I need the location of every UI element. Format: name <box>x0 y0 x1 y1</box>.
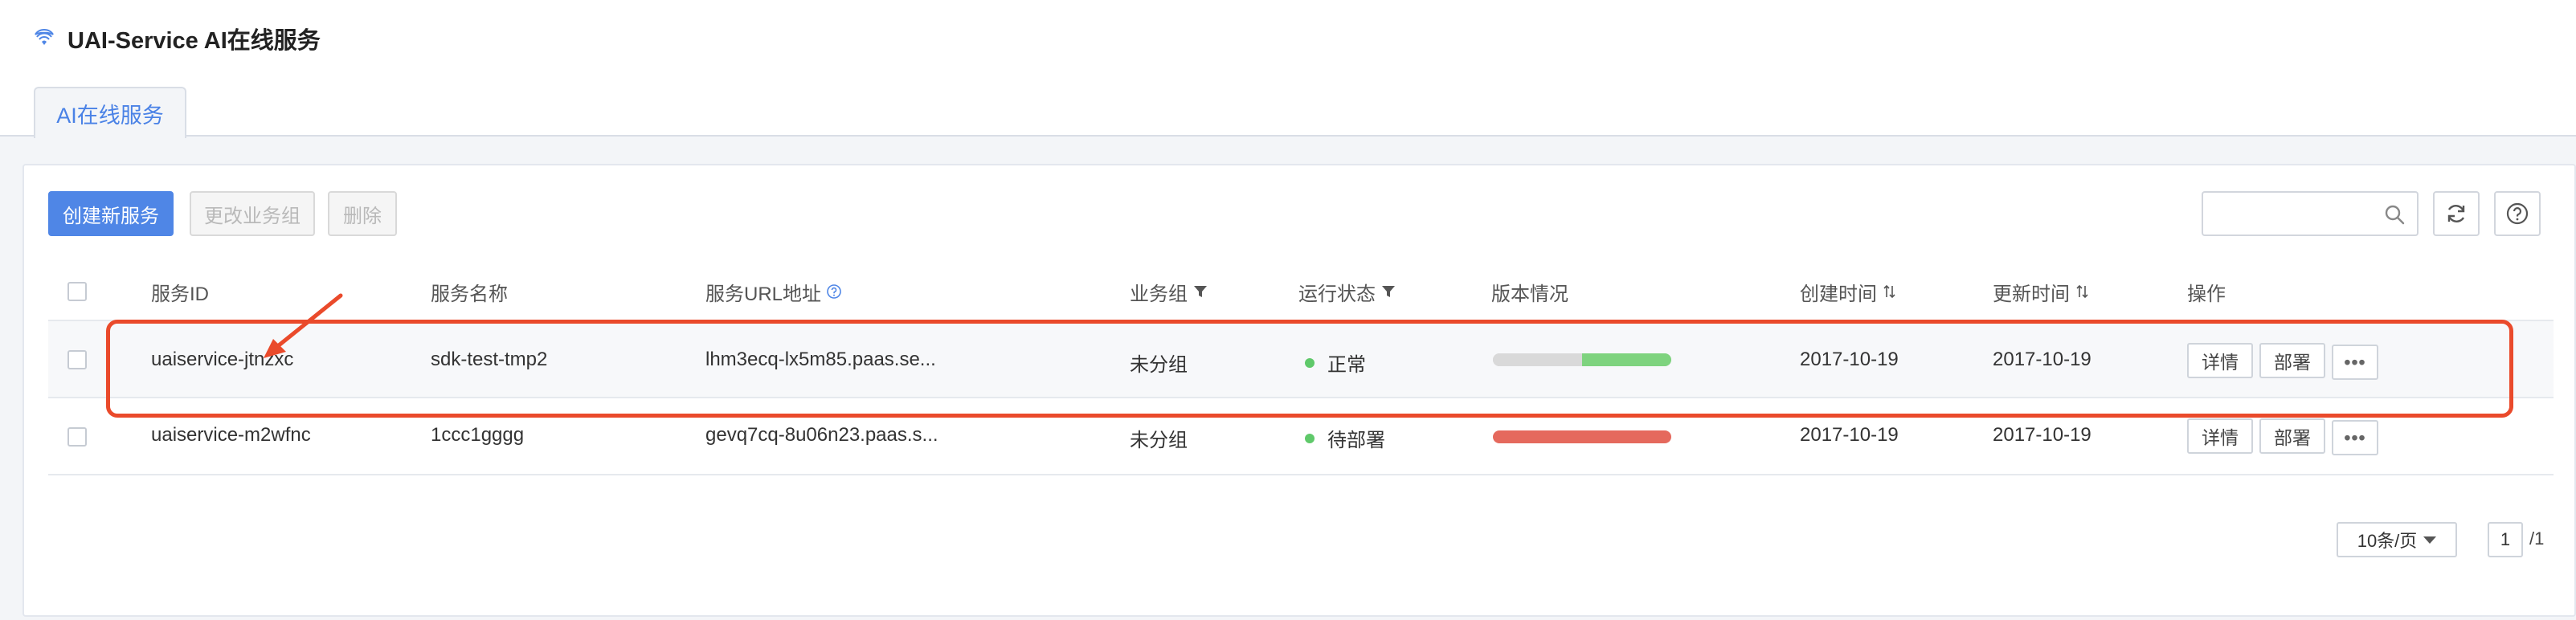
service-id-cell: uaiservice-m2wfnc <box>151 424 311 446</box>
row-checkbox[interactable] <box>67 350 87 369</box>
version-bar-segment <box>1582 353 1671 366</box>
caret-down-icon <box>2423 536 2437 544</box>
page-title: UAI-Service AI在线服务 <box>67 28 321 54</box>
status-dot-icon <box>1305 357 1315 368</box>
service-url-cell[interactable]: gevq7cq-8u06n23.paas.s... <box>705 424 938 447</box>
row-checkbox[interactable] <box>67 427 87 447</box>
status-dot-icon <box>1305 433 1315 443</box>
col-status-label: 运行状态 <box>1298 283 1376 305</box>
version-bar-segment <box>1493 430 1671 443</box>
version-progress-bar <box>1493 430 1671 443</box>
deploy-button[interactable]: 部署 <box>2259 343 2325 378</box>
change-group-button[interactable]: 更改业务组 <box>190 191 315 236</box>
col-group[interactable]: 业务组 <box>1130 278 1208 305</box>
col-created[interactable]: 创建时间 <box>1800 278 1898 305</box>
col-version: 版本情况 <box>1491 283 1568 305</box>
status-label: 正常 <box>1327 354 1366 376</box>
detail-button[interactable]: 详情 <box>2187 343 2253 378</box>
group-cell: 未分组 <box>1130 430 1188 451</box>
created-cell: 2017-10-19 <box>1800 424 1899 446</box>
col-actions: 操作 <box>2187 283 2226 305</box>
col-service-id: 服务ID <box>151 283 209 305</box>
col-created-label: 创建时间 <box>1800 283 1877 305</box>
page-number-input[interactable]: 1 <box>2488 522 2523 557</box>
page-header: UAI-Service AI在线服务 AI在线服务 <box>0 0 2576 138</box>
search-box[interactable] <box>2202 191 2419 236</box>
divider <box>48 397 2554 398</box>
col-service-url: 服务URL地址 <box>705 278 842 305</box>
help-button[interactable] <box>2494 191 2541 236</box>
created-cell: 2017-10-19 <box>1800 349 1899 370</box>
help-icon[interactable] <box>826 283 842 300</box>
col-service-name: 服务名称 <box>431 283 508 305</box>
detail-button[interactable]: 详情 <box>2187 418 2253 454</box>
updated-cell: 2017-10-19 <box>1993 424 2091 446</box>
service-name-cell: 1ccc1gggg <box>431 424 525 446</box>
delete-button[interactable]: 删除 <box>328 191 397 236</box>
search-input[interactable] <box>2214 193 2383 235</box>
version-bar-segment <box>1493 353 1582 366</box>
sort-icon[interactable] <box>1882 283 1898 300</box>
group-cell: 未分组 <box>1130 354 1188 376</box>
service-url-cell[interactable]: lhm3ecq-lx5m85.paas.se... <box>705 349 936 371</box>
more-actions-button[interactable]: ••• <box>2332 345 2378 380</box>
service-id-cell: uaiservice-jtnzxc <box>151 349 294 370</box>
more-actions-button[interactable]: ••• <box>2332 420 2378 455</box>
search-icon[interactable] <box>2383 203 2406 226</box>
filter-icon[interactable] <box>1192 283 1208 300</box>
title-row: UAI-Service AI在线服务 <box>32 21 321 56</box>
create-service-button[interactable]: 创建新服务 <box>48 191 174 236</box>
page-size-label: 10条/页 <box>2357 531 2418 551</box>
select-all-checkbox[interactable] <box>67 282 87 301</box>
filter-icon[interactable] <box>1380 283 1396 300</box>
status-label: 待部署 <box>1327 430 1385 451</box>
page-total: /1 <box>2529 528 2545 549</box>
version-progress-bar <box>1493 353 1671 366</box>
col-updated-label: 更新时间 <box>1993 283 2070 305</box>
page-size-select[interactable]: 10条/页 <box>2337 522 2457 557</box>
tab-ai-online-service[interactable]: AI在线服务 <box>34 87 186 138</box>
deploy-button[interactable]: 部署 <box>2259 418 2325 454</box>
status-cell: 待部署 <box>1305 424 1385 452</box>
service-logo-icon <box>32 25 56 53</box>
help-icon <box>2506 202 2529 225</box>
refresh-button[interactable] <box>2433 191 2480 236</box>
col-status[interactable]: 运行状态 <box>1298 278 1396 305</box>
sort-icon[interactable] <box>2075 283 2091 300</box>
col-updated[interactable]: 更新时间 <box>1993 278 2091 305</box>
service-list-panel: 创建新服务 更改业务组 删除 服务ID 服务名称 服务URL地址 业务组 运行状… <box>22 164 2576 617</box>
updated-cell: 2017-10-19 <box>1993 349 2091 370</box>
col-service-url-label: 服务URL地址 <box>705 283 822 305</box>
refresh-icon <box>2447 205 2465 222</box>
divider <box>48 474 2554 475</box>
table-row[interactable] <box>48 321 2554 397</box>
col-group-label: 业务组 <box>1130 283 1188 305</box>
status-cell: 正常 <box>1305 349 1366 377</box>
service-name-cell: sdk-test-tmp2 <box>431 349 548 370</box>
